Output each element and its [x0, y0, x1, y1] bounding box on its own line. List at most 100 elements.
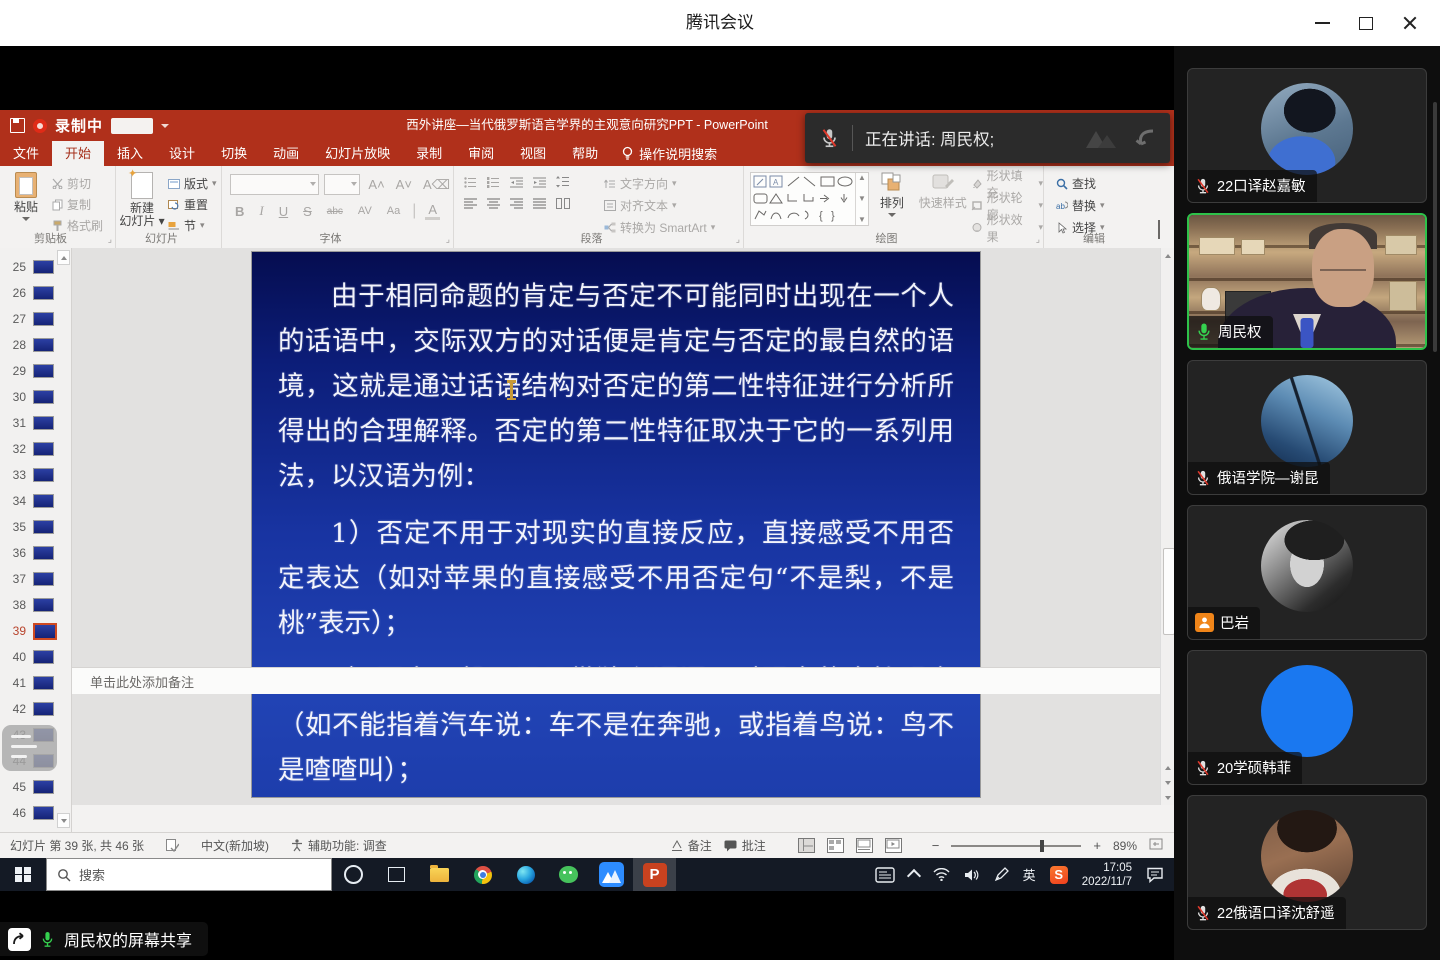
change-case-button[interactable]: Aa — [384, 205, 403, 217]
thumbnail-row[interactable]: 31 — [0, 410, 71, 436]
taskbar-search-box[interactable]: 搜索 — [46, 858, 332, 891]
zoom-out-button[interactable]: − — [932, 838, 940, 853]
wifi-icon[interactable] — [933, 868, 950, 881]
tab-record[interactable]: 录制 — [403, 141, 455, 166]
taskbar-clock[interactable]: 17:05 2022/11/7 — [1082, 861, 1132, 889]
shadow-button[interactable]: abc — [324, 206, 346, 217]
collapse-ribbon-button[interactable] — [1158, 222, 1160, 240]
thumbnail-row[interactable]: 34 — [0, 488, 71, 514]
thumbnail-scroll-up[interactable] — [57, 250, 70, 265]
dialog-launcher-icon[interactable]: ⌟ — [446, 234, 450, 245]
thumbnail-row[interactable]: 36 — [0, 540, 71, 566]
tab-slideshow[interactable]: 幻灯片放映 — [312, 141, 403, 166]
numbering-icon[interactable] — [487, 177, 500, 188]
widgets-icon[interactable] — [875, 867, 895, 883]
replace-button[interactable]: ab 替换▾ — [1056, 196, 1144, 215]
zoom-level[interactable]: 89% — [1113, 839, 1137, 853]
bold-button[interactable]: B — [232, 204, 247, 219]
slide-thumbnail-panel[interactable]: 25 26 27 28 29 30 31 32 33 34 35 36 37 3… — [0, 248, 72, 832]
volume-icon[interactable] — [964, 868, 980, 882]
scroll-up-button[interactable] — [1161, 248, 1175, 263]
new-slide-button[interactable]: 新建幻灯片 ▾ — [116, 166, 168, 235]
find-button[interactable]: 查找 — [1056, 174, 1144, 193]
zoom-slider[interactable] — [951, 845, 1081, 847]
italic-button[interactable]: I — [256, 203, 266, 219]
font-size-combobox[interactable] — [324, 174, 360, 195]
participant-tile[interactable]: 22俄语口译沈舒遥 — [1187, 795, 1427, 930]
line-spacing-icon[interactable] — [556, 176, 569, 188]
thumbnail-row-selected[interactable]: 39 — [0, 618, 71, 644]
thumbnail-row[interactable]: 28 — [0, 332, 71, 358]
screen-share-indicator[interactable]: 周民权的屏幕共享 — [0, 922, 208, 956]
notes-pane[interactable]: 单击此处添加备注 — [72, 667, 1160, 694]
slide[interactable]: 由于相同命题的肯定与否定不可能同时出现在一个人的话语中，交际双方的对话便是肯定与… — [252, 252, 980, 797]
tab-review[interactable]: 审阅 — [455, 141, 507, 166]
minimize-button[interactable] — [1300, 0, 1344, 46]
slideshow-view-button[interactable] — [885, 838, 902, 853]
spellcheck-status[interactable] — [166, 839, 179, 852]
tab-transitions[interactable]: 切换 — [208, 141, 260, 166]
participant-tile[interactable]: 20学硕韩菲 — [1187, 650, 1427, 785]
maximize-button[interactable] — [1344, 0, 1388, 46]
grow-font-button[interactable]: A˄ — [365, 177, 387, 192]
task-view-button[interactable] — [375, 858, 418, 891]
undo-arrow-icon[interactable] — [1132, 127, 1156, 149]
participant-tile[interactable]: 巴岩 — [1187, 505, 1427, 640]
thumbnail-row[interactable]: 33 — [0, 462, 71, 488]
slide-sorter-view-button[interactable] — [827, 838, 844, 853]
dialog-launcher-icon[interactable]: ⌟ — [736, 234, 740, 245]
dialog-launcher-icon[interactable]: ⌟ — [1036, 234, 1040, 245]
sogou-ime-icon[interactable]: S — [1050, 866, 1068, 884]
accessibility-status[interactable]: 辅助功能: 调查 — [291, 837, 387, 854]
hidden-icons-button[interactable] — [907, 869, 921, 883]
thumbnail-row[interactable]: 32 — [0, 436, 71, 462]
slide-editor-canvas[interactable]: 由于相同命题的肯定与否定不可能同时出现在一个人的话语中，交际双方的对话便是肯定与… — [72, 248, 1160, 805]
text-direction-button[interactable]: 文字方向▾ — [604, 174, 715, 193]
vertical-scrollbar[interactable] — [1160, 248, 1174, 805]
zoom-slider-thumb[interactable] — [1040, 840, 1044, 852]
notes-toggle-button[interactable]: 备注 — [671, 837, 712, 854]
language-status[interactable]: 中文(新加坡) — [201, 837, 269, 854]
shapes-gallery-scroll[interactable]: ▲▼▼ — [855, 173, 868, 225]
powerpoint-taskbar-button[interactable]: P — [633, 858, 676, 891]
thumbnail-row[interactable]: 35 — [0, 514, 71, 540]
start-button[interactable] — [0, 858, 46, 891]
edge-button[interactable] — [504, 858, 547, 891]
pen-icon[interactable] — [994, 867, 1009, 882]
normal-view-button[interactable] — [798, 838, 815, 853]
participant-tile-speaking[interactable]: 周民权 — [1187, 213, 1427, 350]
sidebar-scrollbar[interactable] — [1433, 102, 1437, 352]
tab-design[interactable]: 设计 — [156, 141, 208, 166]
align-center-icon[interactable] — [487, 198, 500, 209]
character-spacing-button[interactable]: AV — [355, 205, 375, 217]
bullets-icon[interactable] — [464, 177, 477, 188]
paste-button[interactable]: 粘贴 — [0, 166, 52, 235]
thumbnail-row[interactable]: 45 — [0, 774, 71, 800]
participant-tile[interactable]: 22口译赵嘉敏 — [1187, 68, 1427, 203]
thumbnail-row[interactable]: 42 — [0, 696, 71, 722]
tab-animations[interactable]: 动画 — [260, 141, 312, 166]
clear-formatting-button[interactable]: A⌫ — [420, 177, 453, 193]
cut-button[interactable]: 剪切 — [52, 174, 103, 193]
thumbnail-row[interactable]: 38 — [0, 592, 71, 618]
action-center-icon[interactable] — [1146, 867, 1164, 883]
underline-button[interactable]: U — [276, 204, 291, 219]
tab-help[interactable]: 帮助 — [559, 141, 611, 166]
tab-view[interactable]: 视图 — [507, 141, 559, 166]
increase-indent-icon[interactable] — [533, 177, 546, 188]
reset-button[interactable]: 重置 — [168, 195, 217, 214]
file-explorer-button[interactable] — [418, 858, 461, 891]
close-button[interactable] — [1388, 0, 1432, 46]
chrome-button[interactable] — [461, 858, 504, 891]
font-name-combobox[interactable] — [230, 174, 319, 195]
tab-home[interactable]: 开始 — [52, 141, 104, 166]
align-text-button[interactable]: 对齐文本▾ — [604, 196, 715, 215]
zoom-in-button[interactable]: + — [1093, 838, 1101, 853]
fit-to-window-button[interactable] — [1149, 838, 1166, 853]
arrange-button[interactable]: 排列 — [869, 166, 915, 217]
next-slide-button[interactable] — [1161, 775, 1175, 790]
comments-toggle-button[interactable]: 批注 — [724, 837, 766, 854]
tencent-meeting-button[interactable] — [590, 858, 633, 891]
thumbnail-row[interactable]: 26 — [0, 280, 71, 306]
tab-insert[interactable]: 插入 — [104, 141, 156, 166]
